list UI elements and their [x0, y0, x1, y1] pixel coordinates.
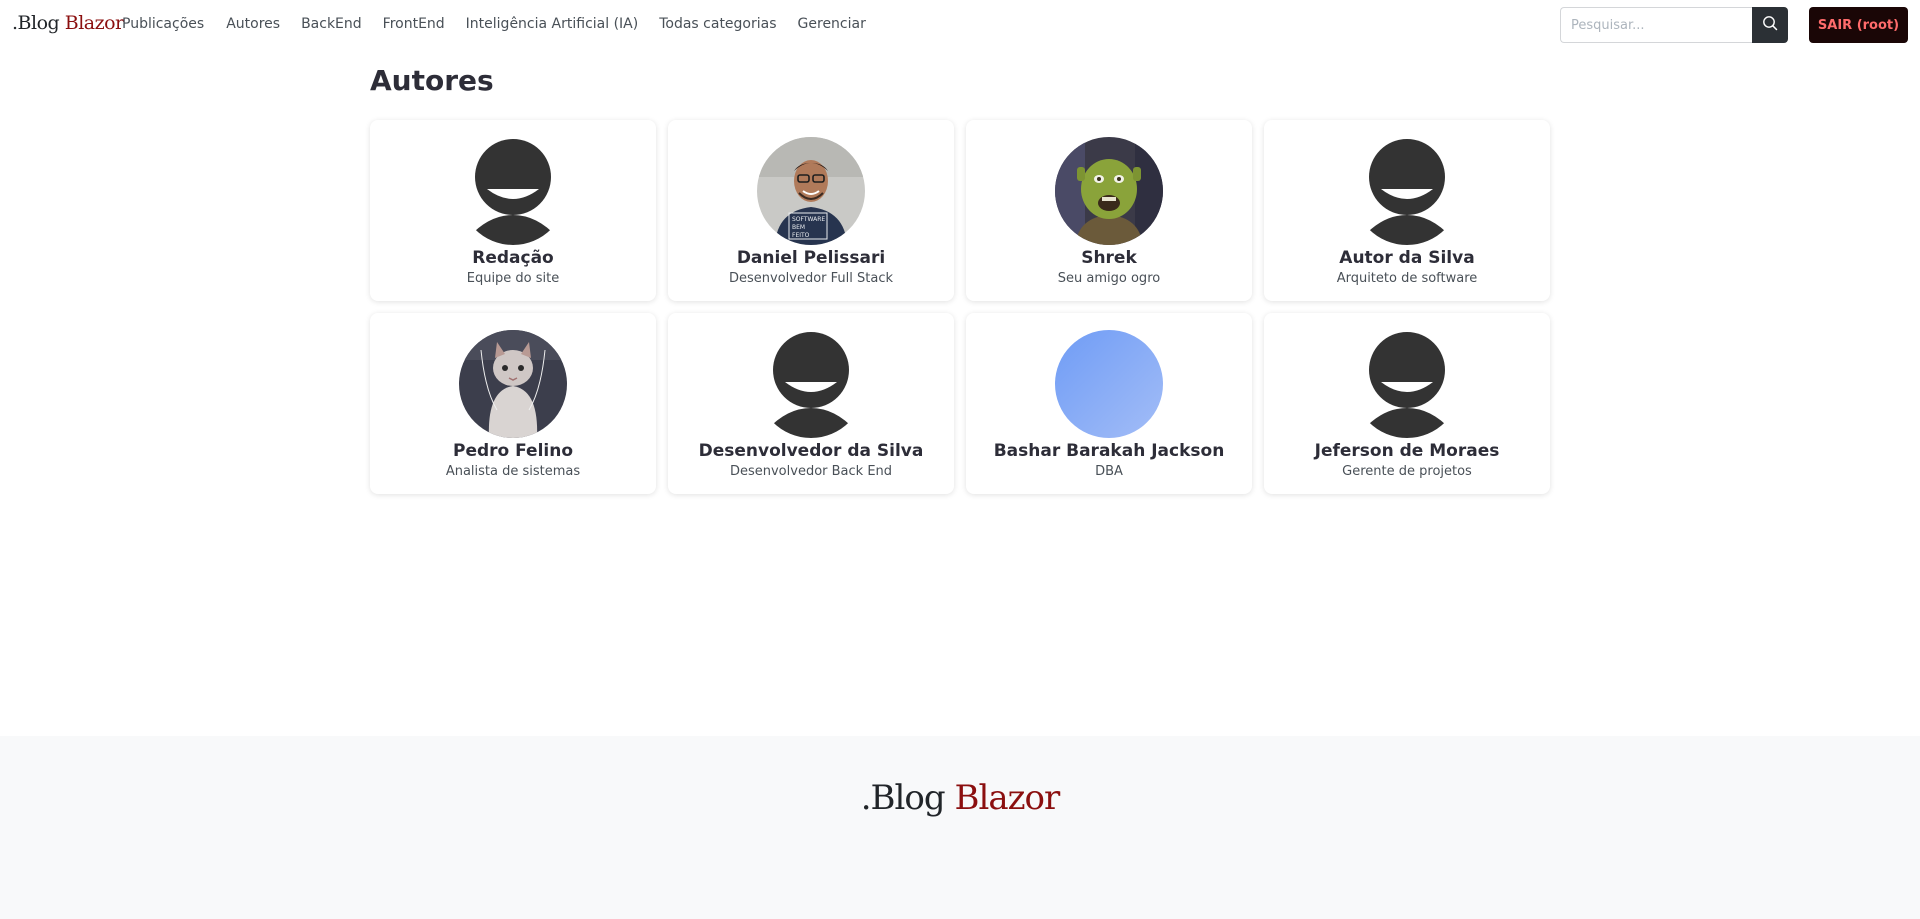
author-name: Pedro Felino	[452, 441, 574, 461]
nav-link-gerenciar[interactable]: Gerenciar	[798, 16, 866, 32]
search-icon	[1762, 15, 1778, 35]
footer: .Blog Blazor	[0, 736, 1920, 919]
svg-text:FEITO: FEITO	[792, 232, 810, 239]
author-card[interactable]: Pedro Felino Analista de sistemas	[370, 313, 656, 494]
author-name: Autor da Silva	[1339, 248, 1475, 268]
authors-grid: Redação Equipe do site SOFTWARE BEM FEIT…	[370, 120, 1552, 494]
nav-link-publicacoes[interactable]: Publicações	[122, 16, 204, 32]
author-card[interactable]: Desenvolvedor da Silva Desenvolvedor Bac…	[668, 313, 954, 494]
author-name: Jeferson de Moraes	[1314, 441, 1500, 461]
brand-prefix: .Blog	[12, 12, 60, 34]
author-role: DBA	[1095, 464, 1123, 479]
default-user-icon	[459, 137, 567, 245]
footer-brand-prefix: .Blog	[860, 778, 946, 818]
author-name: Shrek	[1081, 248, 1137, 268]
default-user-icon	[1353, 137, 1461, 245]
default-user-icon	[757, 330, 865, 438]
author-role: Equipe do site	[466, 271, 560, 286]
svg-text:SOFTWARE: SOFTWARE	[792, 216, 825, 223]
nav-link-autores[interactable]: Autores	[226, 16, 280, 32]
logout-button[interactable]: SAIR (root)	[1809, 7, 1908, 43]
footer-brand-accent: Blazor	[954, 778, 1060, 818]
author-card[interactable]: Redação Equipe do site	[370, 120, 656, 301]
author-role: Desenvolvedor Full Stack	[728, 271, 893, 286]
nav-link-frontend[interactable]: FrontEnd	[383, 16, 445, 32]
author-name: Bashar Barakah Jackson	[993, 441, 1225, 461]
author-name: Redação	[472, 248, 554, 268]
top-navbar: .Blog Blazor Publicações Autores BackEnd…	[0, 0, 1920, 50]
author-card[interactable]: Autor da Silva Arquiteto de software	[1264, 120, 1550, 301]
brand-accent: Blazor	[64, 12, 124, 34]
default-user-icon	[1353, 330, 1461, 438]
nav-link-todas-categorias[interactable]: Todas categorias	[659, 16, 776, 32]
page-title: Autores	[370, 64, 494, 97]
author-card[interactable]: Bashar Barakah Jackson DBA	[966, 313, 1252, 494]
brand-logo[interactable]: .Blog Blazor	[12, 12, 124, 34]
author-photo	[459, 330, 567, 438]
author-role: Arquiteto de software	[1336, 271, 1478, 286]
search-input[interactable]	[1560, 7, 1752, 43]
gradient-avatar	[1055, 330, 1163, 438]
svg-text:BEM: BEM	[792, 224, 805, 231]
search-button[interactable]	[1752, 7, 1788, 43]
nav-link-ia[interactable]: Inteligência Artificial (IA)	[466, 16, 639, 32]
nav-links: Publicações Autores BackEnd FrontEnd Int…	[122, 16, 887, 32]
author-photo	[1055, 137, 1163, 245]
author-photo: SOFTWARE BEM FEITO	[757, 137, 865, 245]
author-role: Seu amigo ogro	[1057, 271, 1161, 286]
nav-link-backend[interactable]: BackEnd	[301, 16, 362, 32]
author-card[interactable]: Shrek Seu amigo ogro	[966, 120, 1252, 301]
author-role: Analista de sistemas	[445, 464, 581, 479]
author-name: Daniel Pelissari	[736, 248, 886, 268]
author-card[interactable]: SOFTWARE BEM FEITO Daniel Pelissari Dese…	[668, 120, 954, 301]
footer-brand-logo: .Blog Blazor	[0, 778, 1920, 818]
author-name: Desenvolvedor da Silva	[698, 441, 924, 461]
author-card[interactable]: Jeferson de Moraes Gerente de projetos	[1264, 313, 1550, 494]
author-role: Gerente de projetos	[1342, 464, 1472, 479]
author-role: Desenvolvedor Back End	[729, 464, 893, 479]
search-form	[1560, 7, 1788, 43]
